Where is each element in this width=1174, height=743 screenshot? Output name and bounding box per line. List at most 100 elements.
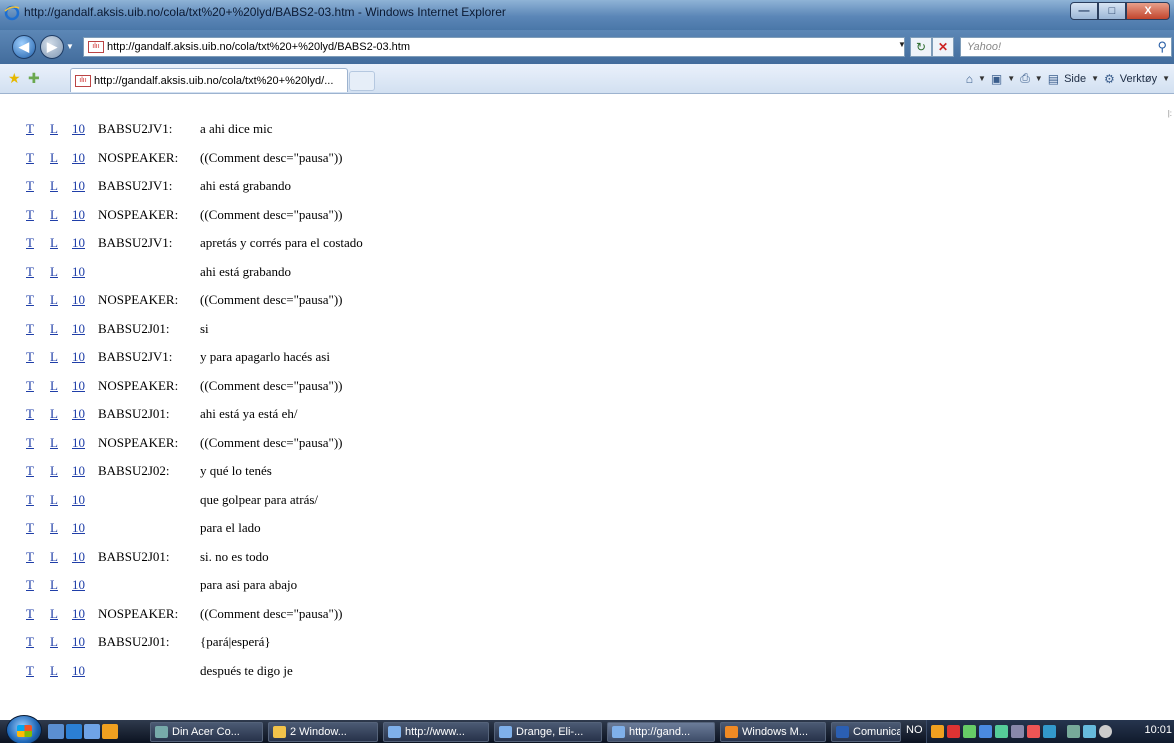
tray-network-icon[interactable] [979, 725, 992, 738]
text-link[interactable]: T [26, 606, 34, 622]
listen-link[interactable]: L [50, 378, 58, 394]
feeds-icon[interactable]: ▣ [991, 72, 1002, 86]
context-link[interactable]: 10 [72, 520, 85, 536]
tray-monitor-icon[interactable] [963, 725, 976, 738]
home-icon[interactable]: ⌂ [966, 72, 973, 86]
refresh-button[interactable]: ↻ [910, 37, 932, 57]
address-dropdown-icon[interactable]: ▼ [898, 40, 906, 49]
quicklaunch-switch-icon[interactable] [84, 724, 100, 739]
print-dropdown-icon[interactable]: ▼ [1035, 74, 1043, 83]
stop-button[interactable]: ✕ [932, 37, 954, 57]
listen-link[interactable]: L [50, 121, 58, 137]
context-link[interactable]: 10 [72, 577, 85, 593]
text-link[interactable]: T [26, 463, 34, 479]
context-link[interactable]: 10 [72, 121, 85, 137]
quicklaunch-media-icon[interactable] [102, 724, 118, 739]
context-link[interactable]: 10 [72, 435, 85, 451]
print-icon[interactable]: ⎙ [1020, 71, 1030, 86]
context-link[interactable]: 10 [72, 321, 85, 337]
start-button[interactable] [6, 715, 42, 743]
listen-link[interactable]: L [50, 207, 58, 223]
favorites-star-icon[interactable]: ★ [8, 70, 21, 87]
clock[interactable]: 10:01 [1144, 724, 1172, 736]
text-link[interactable]: T [26, 435, 34, 451]
tray-norton-icon[interactable] [931, 725, 944, 738]
text-link[interactable]: T [26, 121, 34, 137]
context-link[interactable]: 10 [72, 463, 85, 479]
listen-link[interactable]: L [50, 292, 58, 308]
context-link[interactable]: 10 [72, 292, 85, 308]
page-menu-button[interactable]: Side [1064, 73, 1086, 85]
listen-link[interactable]: L [50, 606, 58, 622]
text-link[interactable]: T [26, 264, 34, 280]
forward-button[interactable]: ▶ [40, 35, 64, 59]
maximize-button[interactable]: □ [1098, 2, 1126, 20]
history-dropdown-icon[interactable]: ▼ [66, 42, 74, 51]
show-desktop-icon[interactable] [48, 724, 64, 739]
context-link[interactable]: 10 [72, 207, 85, 223]
text-link[interactable]: T [26, 378, 34, 394]
text-link[interactable]: T [26, 321, 34, 337]
language-indicator[interactable]: NO [906, 724, 923, 736]
tray-network-status-icon[interactable] [1083, 725, 1096, 738]
text-link[interactable]: T [26, 235, 34, 251]
text-link[interactable]: T [26, 406, 34, 422]
context-link[interactable]: 10 [72, 634, 85, 650]
tab-current[interactable]: ılıı http://gandalf.aksis.uib.no/cola/tx… [70, 68, 348, 92]
text-link[interactable]: T [26, 663, 34, 679]
home-dropdown-icon[interactable]: ▼ [978, 74, 986, 83]
context-link[interactable]: 10 [72, 349, 85, 365]
taskbar-button[interactable]: Windows M... [720, 722, 826, 742]
listen-link[interactable]: L [50, 663, 58, 679]
context-link[interactable]: 10 [72, 378, 85, 394]
text-link[interactable]: T [26, 292, 34, 308]
quicklaunch-ie-icon[interactable] [66, 724, 82, 739]
listen-link[interactable]: L [50, 178, 58, 194]
listen-link[interactable]: L [50, 549, 58, 565]
taskbar-button[interactable]: Drange, Eli-... [494, 722, 602, 742]
listen-link[interactable]: L [50, 520, 58, 536]
tray-update-icon[interactable] [995, 725, 1008, 738]
search-input[interactable]: Yahoo! ⚲ [960, 37, 1172, 57]
tray-device-icon[interactable] [1011, 725, 1024, 738]
taskbar-button[interactable]: 2 Window... [268, 722, 378, 742]
text-link[interactable]: T [26, 492, 34, 508]
context-link[interactable]: 10 [72, 663, 85, 679]
text-link[interactable]: T [26, 207, 34, 223]
back-button[interactable]: ◀ [12, 35, 36, 59]
listen-link[interactable]: L [50, 349, 58, 365]
text-link[interactable]: T [26, 349, 34, 365]
listen-link[interactable]: L [50, 321, 58, 337]
taskbar-button[interactable]: http://www... [383, 722, 489, 742]
tools-dropdown-icon[interactable]: ▼ [1162, 74, 1170, 83]
tray-sync-icon[interactable] [1067, 725, 1080, 738]
volume-icon[interactable] [1099, 725, 1112, 738]
text-link[interactable]: T [26, 634, 34, 650]
add-favorites-icon[interactable]: ✚ [28, 70, 40, 87]
context-link[interactable]: 10 [72, 492, 85, 508]
taskbar-button[interactable]: http://gand... [607, 722, 715, 742]
listen-link[interactable]: L [50, 235, 58, 251]
search-icon[interactable]: ⚲ [1157, 39, 1167, 55]
context-link[interactable]: 10 [72, 178, 85, 194]
listen-link[interactable]: L [50, 150, 58, 166]
listen-link[interactable]: L [50, 435, 58, 451]
context-link[interactable]: 10 [72, 549, 85, 565]
new-tab-button[interactable] [349, 71, 375, 91]
context-link[interactable]: 10 [72, 606, 85, 622]
context-link[interactable]: 10 [72, 235, 85, 251]
tray-ati-icon[interactable] [947, 725, 960, 738]
page-dropdown-icon[interactable]: ▼ [1091, 74, 1099, 83]
text-link[interactable]: T [26, 178, 34, 194]
context-link[interactable]: 10 [72, 264, 85, 280]
address-bar[interactable]: ılıı http://gandalf.aksis.uib.no/cola/tx… [83, 37, 905, 57]
text-link[interactable]: T [26, 577, 34, 593]
feeds-dropdown-icon[interactable]: ▼ [1007, 74, 1015, 83]
taskbar-button[interactable]: Comunicaci... [831, 722, 901, 742]
text-link[interactable]: T [26, 549, 34, 565]
taskbar-button[interactable]: Din Acer Co... [150, 722, 263, 742]
tools-menu-button[interactable]: Verktøy [1120, 73, 1157, 85]
close-button[interactable]: X [1126, 2, 1170, 20]
listen-link[interactable]: L [50, 634, 58, 650]
listen-link[interactable]: L [50, 577, 58, 593]
